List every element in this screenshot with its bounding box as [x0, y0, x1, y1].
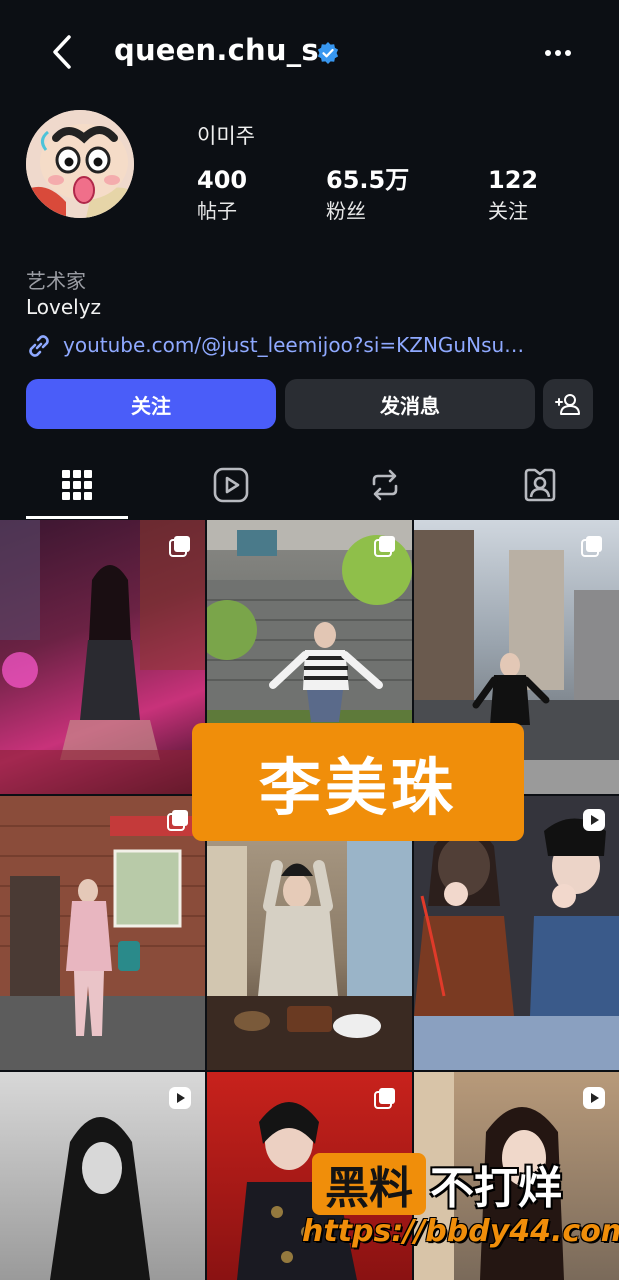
- tagged-icon: [524, 468, 556, 502]
- reel-icon: [583, 1087, 605, 1109]
- stat-following-label: 关注: [488, 199, 528, 223]
- bio-text: Lovelyz: [26, 295, 102, 319]
- message-button[interactable]: 发消息: [285, 379, 535, 429]
- multi-post-icon: [374, 536, 395, 557]
- stat-followers-value: 65.5万: [326, 166, 410, 194]
- verified-badge-icon: [317, 42, 339, 64]
- repost-icon: [372, 469, 398, 501]
- stat-posts-value: 400: [197, 166, 248, 194]
- link-icon: [29, 335, 49, 357]
- profile-link[interactable]: youtube.com/@just_leemijoo?si=KZNGuNsu…: [63, 333, 524, 357]
- tab-reposts[interactable]: [355, 462, 415, 508]
- more-horizontal-icon: [545, 50, 571, 56]
- watermark-logo-box: 黑料: [312, 1153, 426, 1215]
- display-name: 이미주: [197, 124, 255, 148]
- profile-username: queen.chu_s: [114, 33, 319, 67]
- tab-tagged[interactable]: [510, 462, 570, 508]
- grid-post[interactable]: [0, 796, 205, 1070]
- name-overlay-banner: 李美珠: [192, 723, 524, 841]
- stat-following[interactable]: 122 关注: [488, 164, 538, 226]
- follow-button[interactable]: 关注: [26, 379, 276, 429]
- bio-category: 艺术家: [26, 269, 86, 293]
- reel-icon: [169, 1087, 191, 1109]
- stat-followers[interactable]: 65.5万 粉丝: [326, 164, 409, 226]
- watermark-url: https://bbdy44.com: [302, 1214, 619, 1249]
- active-tab-indicator: [26, 516, 128, 519]
- reels-icon: [213, 467, 249, 503]
- multi-post-icon: [169, 536, 190, 557]
- stat-following-value: 122: [488, 166, 539, 194]
- add-user-button[interactable]: [543, 379, 593, 429]
- stat-followers-label: 粉丝: [326, 199, 366, 223]
- tab-grid[interactable]: [47, 462, 107, 508]
- grid-post[interactable]: [0, 520, 205, 794]
- watermark-text: 不打烊: [430, 1163, 562, 1214]
- reel-icon: [583, 809, 605, 831]
- chevron-left-icon: [53, 35, 71, 69]
- more-options-button[interactable]: [536, 36, 580, 70]
- profile-avatar[interactable]: [26, 110, 134, 218]
- stat-posts[interactable]: 400 帖子: [197, 164, 247, 226]
- post-thumbnail: [0, 520, 205, 794]
- grid-icon: [62, 470, 92, 500]
- multi-post-icon: [581, 536, 602, 557]
- stat-posts-label: 帖子: [197, 199, 237, 223]
- back-button[interactable]: [40, 30, 84, 74]
- multi-post-icon: [167, 810, 188, 831]
- avatar-illustration: [26, 110, 134, 218]
- add-user-icon: [555, 394, 580, 415]
- multi-post-icon: [374, 1088, 395, 1109]
- post-thumbnail: [0, 796, 205, 1070]
- tab-reels[interactable]: [201, 462, 261, 508]
- grid-post[interactable]: [0, 1072, 205, 1280]
